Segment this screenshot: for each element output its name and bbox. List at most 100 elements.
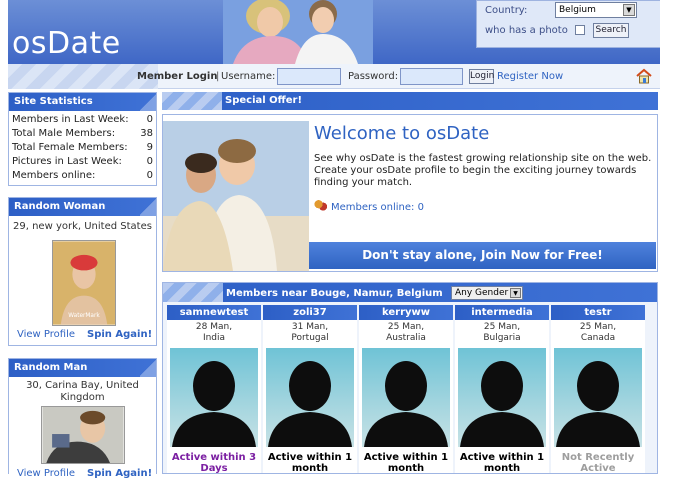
stat-row: Total Male Members: 38: [9, 128, 156, 142]
register-link[interactable]: Register Now: [497, 71, 563, 82]
random-woman-info: 29, new york, United States: [13, 221, 152, 232]
country-select[interactable]: Belgium ▼: [555, 2, 637, 18]
site-logo[interactable]: osDate: [12, 26, 121, 61]
username-label: Username:: [221, 71, 276, 82]
search-button[interactable]: Search: [593, 23, 629, 38]
random-man-info: 30, Carina Bay, United Kingdom: [26, 380, 139, 403]
users-icon: [314, 200, 327, 212]
members-online-link[interactable]: Members online: 0: [314, 200, 424, 213]
spin-again-link[interactable]: Spin Again!: [87, 329, 152, 340]
stat-value: 0: [146, 156, 153, 167]
members-near-panel: Members near Bouge, Namur, Belgium Any G…: [162, 282, 658, 474]
random-woman-title: Random Woman: [9, 198, 156, 216]
login-bar: Member Login | Username: Password: Login…: [8, 64, 660, 89]
member-photo-placeholder[interactable]: [554, 348, 642, 447]
member-activity-status: Active within 3 Days: [171, 452, 257, 474]
member-photo-placeholder[interactable]: [266, 348, 354, 447]
welcome-text: See why osDate is the fastest growing re…: [314, 153, 652, 188]
username-input[interactable]: [277, 68, 341, 85]
join-now-banner[interactable]: Don't stay alone, Join Now for Free!: [309, 242, 656, 269]
decorative-stripe: [8, 64, 158, 89]
site-statistics-title: Site Statistics: [9, 93, 156, 111]
member-photo-placeholder[interactable]: [362, 348, 450, 447]
home-icon[interactable]: [636, 68, 652, 84]
member-card[interactable]: testr 25 Man, Canada Not Recently Active: [551, 305, 645, 474]
silhouette-icon: [556, 361, 640, 447]
random-man-links: View Profile Spin Again!: [9, 468, 158, 482]
header-couple-photo: [223, 0, 373, 64]
member-country: Australia: [386, 333, 426, 343]
stat-row: Members in Last Week: 0: [9, 114, 156, 128]
chevron-down-icon[interactable]: ▼: [510, 288, 521, 298]
country-select-value: Belgium: [559, 5, 596, 15]
view-profile-link[interactable]: View Profile: [17, 329, 75, 340]
random-man-box: Random Man 30, Carina Bay, United Kingdo…: [8, 358, 157, 479]
members-near-header: Members near Bouge, Namur, Belgium Any G…: [163, 283, 657, 302]
random-woman-box: Random Woman 29, new york, United States…: [8, 197, 157, 346]
member-card[interactable]: zoli37 31 Man, Portugal Active within 1 mon…: [263, 305, 357, 474]
stat-row: Members online: 0: [9, 170, 156, 184]
members-near-title: Members near Bouge, Namur, Belgium: [226, 288, 443, 299]
stat-label: Members in Last Week:: [12, 114, 129, 125]
special-offer-bar: Special Offer!: [162, 92, 658, 110]
member-name[interactable]: zoli37: [263, 305, 357, 320]
member-name[interactable]: testr: [551, 305, 645, 320]
silhouette-icon: [172, 361, 256, 447]
gender-select-value: Any Gender: [455, 288, 509, 298]
stat-row: Total Female Members: 9: [9, 142, 156, 156]
has-photo-checkbox[interactable]: [575, 25, 585, 35]
member-activity-status: Active within 1 month: [459, 452, 545, 474]
member-age-gender: 31 Man,: [291, 322, 329, 332]
stat-value: 0: [146, 170, 153, 181]
decorative-stripe: [163, 283, 223, 302]
welcome-title: Welcome to osDate: [314, 123, 490, 144]
decorative-stripe: [162, 92, 222, 110]
member-name[interactable]: intermedia: [455, 305, 549, 320]
member-activity-status: Not Recently Active: [561, 452, 635, 474]
member-info: 28 Man, India: [167, 322, 261, 344]
stat-value: 38: [140, 128, 153, 139]
member-activity-status: Active within 1 month: [267, 452, 353, 474]
members-online-text: Members online: 0: [331, 202, 424, 213]
member-country: Canada: [580, 333, 616, 343]
separator: |: [216, 71, 220, 82]
watermark: WaterMark: [68, 313, 100, 319]
special-offer-title: Special Offer!: [225, 95, 303, 106]
member-age-gender: 28 Man,: [195, 322, 233, 332]
password-label: Password:: [348, 71, 399, 82]
stat-value: 9: [146, 142, 153, 153]
member-name[interactable]: samnewtest: [167, 305, 261, 320]
login-button[interactable]: Login: [469, 69, 494, 84]
quick-search-box: Country: Belgium ▼ who has a photo Searc…: [476, 0, 660, 48]
password-input[interactable]: [400, 68, 463, 85]
member-country: India: [202, 333, 226, 343]
stat-value: 0: [146, 114, 153, 125]
member-photo-placeholder[interactable]: [458, 348, 546, 447]
stat-row: Pictures in Last Week: 0: [9, 156, 156, 170]
country-label: Country:: [485, 5, 528, 16]
member-info: 25 Man, Australia: [359, 322, 453, 344]
member-info: 25 Man, Bulgaria: [455, 322, 549, 344]
silhouette-icon: [268, 361, 352, 447]
member-card[interactable]: kerryww 25 Man, Australia Active within 1 m…: [359, 305, 453, 473]
photo-filter-label: who has a photo: [485, 25, 568, 36]
member-age-gender: 25 Man,: [579, 322, 617, 332]
member-age-gender: 25 Man,: [387, 322, 425, 332]
member-country: Portugal: [291, 333, 329, 343]
random-woman-photo[interactable]: WaterMark: [52, 240, 116, 326]
silhouette-icon: [364, 361, 448, 447]
random-man-title: Random Man: [9, 359, 156, 377]
stat-label: Total Female Members:: [12, 142, 128, 153]
member-info: 25 Man, Canada: [551, 322, 645, 344]
welcome-couple-photo: [163, 121, 309, 271]
site-header: osDate Country: Belgium ▼ who has a phot…: [8, 0, 660, 64]
member-card[interactable]: intermedia 25 Man, Bulgaria Active within 1…: [455, 305, 549, 474]
member-card[interactable]: samnewtest 28 Man, India Active within 3 Da…: [167, 305, 261, 474]
gender-select[interactable]: Any Gender ▼: [451, 286, 523, 300]
member-age-gender: 25 Man,: [483, 322, 521, 332]
member-name[interactable]: kerryww: [359, 305, 453, 320]
random-woman-links: View Profile Spin Again!: [9, 329, 158, 343]
random-man-photo[interactable]: [41, 406, 125, 464]
member-photo-placeholder[interactable]: [170, 348, 258, 447]
chevron-down-icon[interactable]: ▼: [623, 4, 635, 16]
